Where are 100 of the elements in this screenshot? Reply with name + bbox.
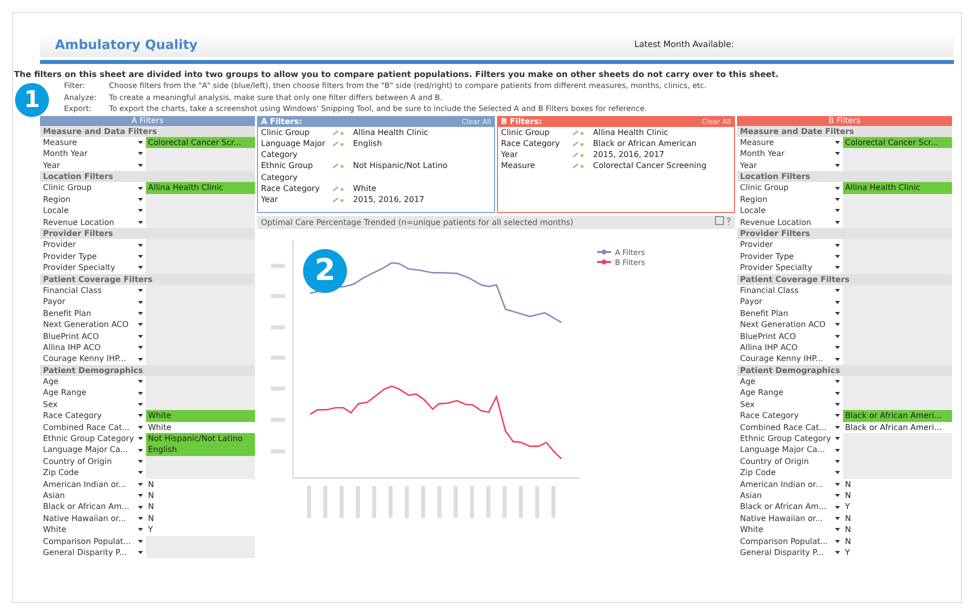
dropdown-icon[interactable] [835,244,840,247]
dropdown-icon[interactable] [835,312,840,315]
dropdown-icon[interactable] [835,540,840,543]
help-icon[interactable] [715,216,731,224]
dropdown-icon[interactable] [138,506,143,509]
dropdown-icon[interactable] [138,358,143,360]
dropdown-icon[interactable] [138,540,143,543]
dropdown-icon[interactable] [138,482,143,486]
dropdown-icon[interactable] [835,334,840,338]
dropdown-icon[interactable] [138,437,143,440]
dropdown-icon[interactable] [835,494,840,498]
dropdown-icon[interactable] [835,460,840,464]
dropdown-icon[interactable] [138,254,143,258]
dropdown-icon[interactable] [138,494,143,498]
dropdown-icon[interactable] [138,392,143,395]
filter-field: Year [261,194,333,206]
dropdown-icon[interactable] [835,414,840,418]
filter-label: Provider [42,239,77,251]
dropdown-icon[interactable] [138,152,143,156]
dropdown-icon[interactable] [835,392,840,395]
dropdown-icon[interactable] [835,482,840,486]
filter-value: 2015, 2016, 2017 [593,149,666,160]
dropdown-icon[interactable] [138,244,143,247]
dropdown-icon[interactable] [138,528,143,532]
filter-value[interactable]: N [843,478,952,490]
dropdown-icon[interactable] [835,186,840,190]
dropdown-icon[interactable] [138,346,143,350]
dropdown-icon[interactable] [138,460,143,464]
dropdown-icon[interactable] [138,448,143,452]
section-header: Patient Demographics [737,364,952,376]
dropdown-icon[interactable] [835,300,840,304]
filter-value[interactable]: Allina Health Clinic [843,182,952,194]
dropdown-icon[interactable] [138,334,143,338]
filter-value[interactable]: White [146,422,255,434]
filter-label: Region [42,194,72,206]
dropdown-icon[interactable] [835,380,840,384]
dropdown-icon[interactable] [835,209,840,212]
filter-value[interactable]: Colorectal Cancer Scr... [843,136,952,148]
dropdown-icon[interactable] [138,164,143,167]
dropdown-icon[interactable] [835,289,840,292]
dropdown-icon[interactable] [138,186,143,190]
filter-label: American Indian or... [739,478,824,490]
filter-value[interactable]: N [146,478,255,490]
dropdown-icon[interactable] [835,426,840,429]
dropdown-icon[interactable] [835,448,840,452]
dropdown-icon[interactable] [138,380,143,384]
dropdown-icon[interactable] [835,528,840,532]
filter-value[interactable]: Black or African Ameri... [843,422,952,434]
filter-label: Black or African Am... [739,501,828,513]
dropdown-icon[interactable] [835,220,840,224]
dropdown-icon[interactable] [835,141,840,144]
dropdown-icon[interactable] [138,516,143,520]
dropdown-icon[interactable] [835,551,840,554]
dropdown-icon[interactable] [138,220,143,224]
filter-label: Locale [42,205,70,217]
dropdown-icon[interactable] [138,323,143,326]
dropdown-icon[interactable] [138,471,143,474]
filter-value[interactable]: White [146,410,255,422]
dropdown-icon[interactable] [138,209,143,212]
dropdown-icon[interactable] [835,471,840,474]
dropdown-icon[interactable] [835,346,840,350]
dropdown-icon[interactable] [835,506,840,509]
filter-value: Allina Health Clinic [593,126,670,138]
filter-value: Black or African American [593,138,698,150]
dropdown-icon[interactable] [835,323,840,326]
dropdown-icon[interactable] [138,198,143,202]
dropdown-icon[interactable] [835,358,840,360]
blurred-tick-label [437,486,442,518]
dropdown-icon[interactable] [138,414,143,418]
dropdown-icon[interactable] [138,141,143,144]
dropdown-icon[interactable] [835,403,840,406]
dropdown-icon[interactable] [835,254,840,258]
dropdown-icon[interactable] [138,266,143,270]
filter-value[interactable]: Black or African Ameri... [843,410,952,422]
filter-label: Country of Origin [739,456,810,468]
filter-value[interactable]: English [146,444,255,456]
filter-status-icon [333,186,345,192]
dropdown-icon[interactable] [138,300,143,304]
filter-value[interactable]: Not Hispanic/Not Latino [146,433,255,444]
dropdown-icon[interactable] [138,551,143,554]
dropdown-icon[interactable] [138,312,143,315]
dropdown-icon[interactable] [835,152,840,156]
filter-label: American Indian or... [42,478,127,490]
section-header: Measure and Date Filters [737,126,952,137]
filter-value[interactable]: Allina Health Clinic [146,182,255,194]
callout-badge: 2 [303,248,347,292]
dropdown-icon[interactable] [835,198,840,202]
filter-label: General Disparity P... [739,546,825,558]
dropdown-icon[interactable] [138,289,143,292]
filter-label: Measure [42,136,78,148]
dropdown-icon[interactable] [138,426,143,429]
filter-field: Race Category [501,138,573,150]
dropdown-icon[interactable] [835,516,840,520]
dropdown-icon[interactable] [138,403,143,406]
dropdown-icon[interactable] [835,164,840,167]
dropdown-icon[interactable] [835,437,840,440]
filter-value[interactable]: Colorectal Cancer Scr... [146,136,255,148]
blurred-tick-label [388,486,392,518]
dropdown-icon[interactable] [835,266,840,270]
filter-label: Region [739,194,768,206]
